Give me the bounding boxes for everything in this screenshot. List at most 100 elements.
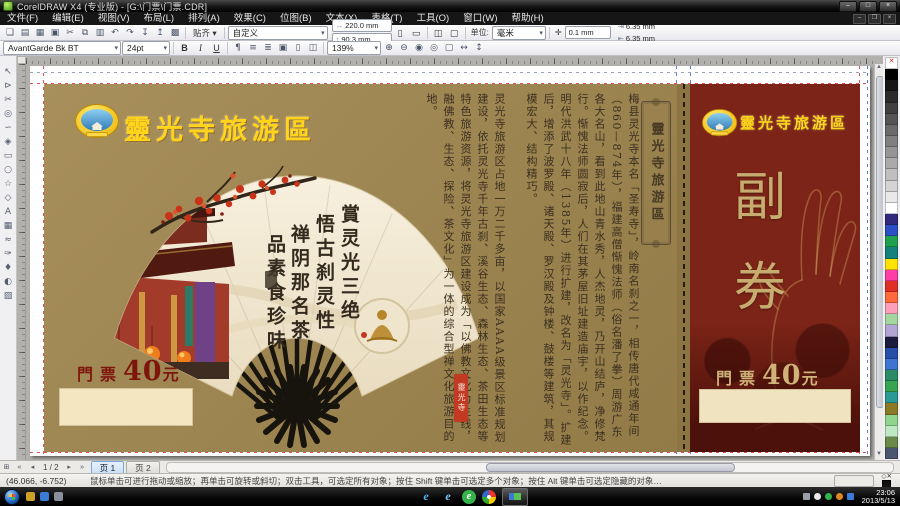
color-swatch[interactable]: [885, 415, 898, 426]
zoom-tool[interactable]: ◎: [1, 107, 16, 121]
color-swatch[interactable]: [885, 103, 898, 114]
first-page-button[interactable]: «: [13, 464, 26, 471]
color-swatch[interactable]: [885, 359, 898, 370]
color-swatch[interactable]: [885, 69, 898, 80]
portrait-button[interactable]: ▯: [393, 26, 408, 40]
color-swatch[interactable]: [885, 225, 898, 236]
ie-icon[interactable]: e: [418, 489, 434, 504]
menu-file[interactable]: 文件(F): [0, 12, 45, 25]
color-swatch[interactable]: [885, 125, 898, 136]
color-swatch[interactable]: [885, 270, 898, 281]
thunder-icon[interactable]: [482, 490, 496, 504]
zoom-width-icon[interactable]: ↔: [457, 42, 471, 54]
fill-tool[interactable]: ◐: [1, 275, 16, 289]
drawing-canvas[interactable]: 靈光寺旅游區: [26, 64, 874, 460]
color-swatch[interactable]: [885, 114, 898, 125]
color-swatch[interactable]: [885, 80, 898, 91]
color-swatch[interactable]: [885, 314, 898, 325]
menu-arrange[interactable]: 排列(A): [181, 12, 227, 25]
zoom-in-icon[interactable]: ⊕: [382, 42, 396, 54]
tab-page-1[interactable]: 页 1: [91, 461, 125, 474]
color-swatch[interactable]: [885, 325, 898, 336]
zoom-level-combo[interactable]: 139%▾: [327, 41, 381, 55]
export-icon[interactable]: ↥: [153, 27, 167, 39]
color-swatch[interactable]: [885, 192, 898, 203]
clock[interactable]: 23:06 2013/5/13: [862, 489, 895, 505]
font-family-combo[interactable]: AvantGarde Bk BT▾: [3, 41, 121, 55]
quick-launch-icon[interactable]: [26, 492, 35, 501]
quick-launch-icon[interactable]: [40, 492, 49, 501]
color-swatch[interactable]: [885, 91, 898, 102]
rectangle-tool[interactable]: ▭: [1, 149, 16, 163]
color-swatch[interactable]: [885, 281, 898, 292]
app-launcher-icon[interactable]: ▩: [168, 27, 182, 39]
text-format-icon[interactable]: ¶: [231, 42, 245, 54]
no-color-swatch[interactable]: ✕: [885, 57, 898, 69]
zoom-out-icon[interactable]: ⊖: [397, 42, 411, 54]
basic-shapes-tool[interactable]: ◇: [1, 191, 16, 205]
color-swatch[interactable]: [885, 348, 898, 359]
zoom-page-icon[interactable]: ▢: [442, 42, 456, 54]
360-browser-icon[interactable]: e: [462, 490, 476, 504]
table-tool[interactable]: ▦: [1, 219, 16, 233]
color-swatch[interactable]: [885, 337, 898, 348]
tab-page-2[interactable]: 页 2: [126, 461, 160, 474]
last-page-button[interactable]: »: [76, 464, 89, 471]
next-page-button[interactable]: ▸: [63, 463, 76, 471]
nudge-field[interactable]: 0.1 mm: [565, 26, 611, 39]
guideline-horizontal[interactable]: [30, 452, 870, 453]
interactive-blend-tool[interactable]: ≈: [1, 233, 16, 247]
duplicate-x-field[interactable]: ⇥6.35 mm: [615, 21, 665, 32]
page-view-icon[interactable]: ▯: [291, 42, 305, 54]
scroll-down-icon[interactable]: ▼: [875, 451, 883, 460]
underline-button[interactable]: U: [209, 41, 224, 55]
menu-view[interactable]: 视图(V): [91, 12, 137, 25]
save-icon[interactable]: ▦: [33, 27, 47, 39]
color-swatch[interactable]: [885, 214, 898, 225]
paste-icon[interactable]: ▥: [93, 27, 107, 39]
open-icon[interactable]: ▤: [18, 27, 32, 39]
landscape-button[interactable]: ▭: [409, 26, 424, 40]
close-button[interactable]: ×: [879, 1, 897, 12]
smart-fill-tool[interactable]: ◈: [1, 135, 16, 149]
snap-dropdown[interactable]: 贴齐 ▾: [189, 27, 221, 39]
copy-icon[interactable]: ⧉: [78, 27, 92, 39]
paper-type-combo[interactable]: 自定义▾: [228, 26, 328, 40]
print-icon[interactable]: ▣: [48, 27, 62, 39]
tray-icon[interactable]: [803, 493, 810, 500]
prev-page-button[interactable]: ◂: [26, 463, 39, 471]
zoom-height-icon[interactable]: ↕: [472, 42, 486, 54]
new-document-icon[interactable]: ❏: [3, 27, 17, 39]
tray-icon[interactable]: [847, 493, 854, 500]
color-swatch[interactable]: [885, 136, 898, 147]
doc-restore-button[interactable]: ❐: [868, 14, 881, 24]
vertical-scrollbar[interactable]: ▲ ▼: [874, 64, 883, 460]
color-swatch[interactable]: [885, 403, 898, 414]
freehand-tool[interactable]: ∽: [1, 121, 16, 135]
italic-button[interactable]: I: [193, 41, 208, 55]
quick-launch-icon[interactable]: [54, 492, 63, 501]
minimize-button[interactable]: –: [839, 1, 857, 12]
shape-tool[interactable]: ⊳: [1, 79, 16, 93]
zoom-all-icon[interactable]: ◎: [427, 42, 441, 54]
import-icon[interactable]: ↧: [138, 27, 152, 39]
menu-window[interactable]: 窗口(W): [456, 12, 504, 25]
bullet-list-icon[interactable]: ≣: [261, 42, 275, 54]
vertical-ruler[interactable]: [17, 64, 26, 460]
color-swatch[interactable]: [885, 247, 898, 258]
document-page[interactable]: 靈光寺旅游區: [30, 66, 870, 456]
color-swatch[interactable]: [885, 426, 898, 437]
browser-icon[interactable]: e: [440, 489, 456, 504]
horizontal-scroll-thumb[interactable]: [486, 463, 735, 472]
guideline-horizontal[interactable]: [30, 72, 870, 73]
add-page-button[interactable]: ⊞: [0, 463, 13, 471]
edit-text-icon[interactable]: ▣: [276, 42, 290, 54]
color-swatch[interactable]: [885, 203, 898, 214]
polygon-tool[interactable]: ☆: [1, 177, 16, 191]
color-swatch[interactable]: [885, 381, 898, 392]
outline-pen-tool[interactable]: ♦: [1, 261, 16, 275]
units-combo[interactable]: 毫米▾: [492, 26, 546, 40]
coreldraw-active-icon[interactable]: [502, 488, 528, 506]
scroll-up-icon[interactable]: ▲: [875, 64, 883, 73]
zoom-selected-icon[interactable]: ◉: [412, 42, 426, 54]
